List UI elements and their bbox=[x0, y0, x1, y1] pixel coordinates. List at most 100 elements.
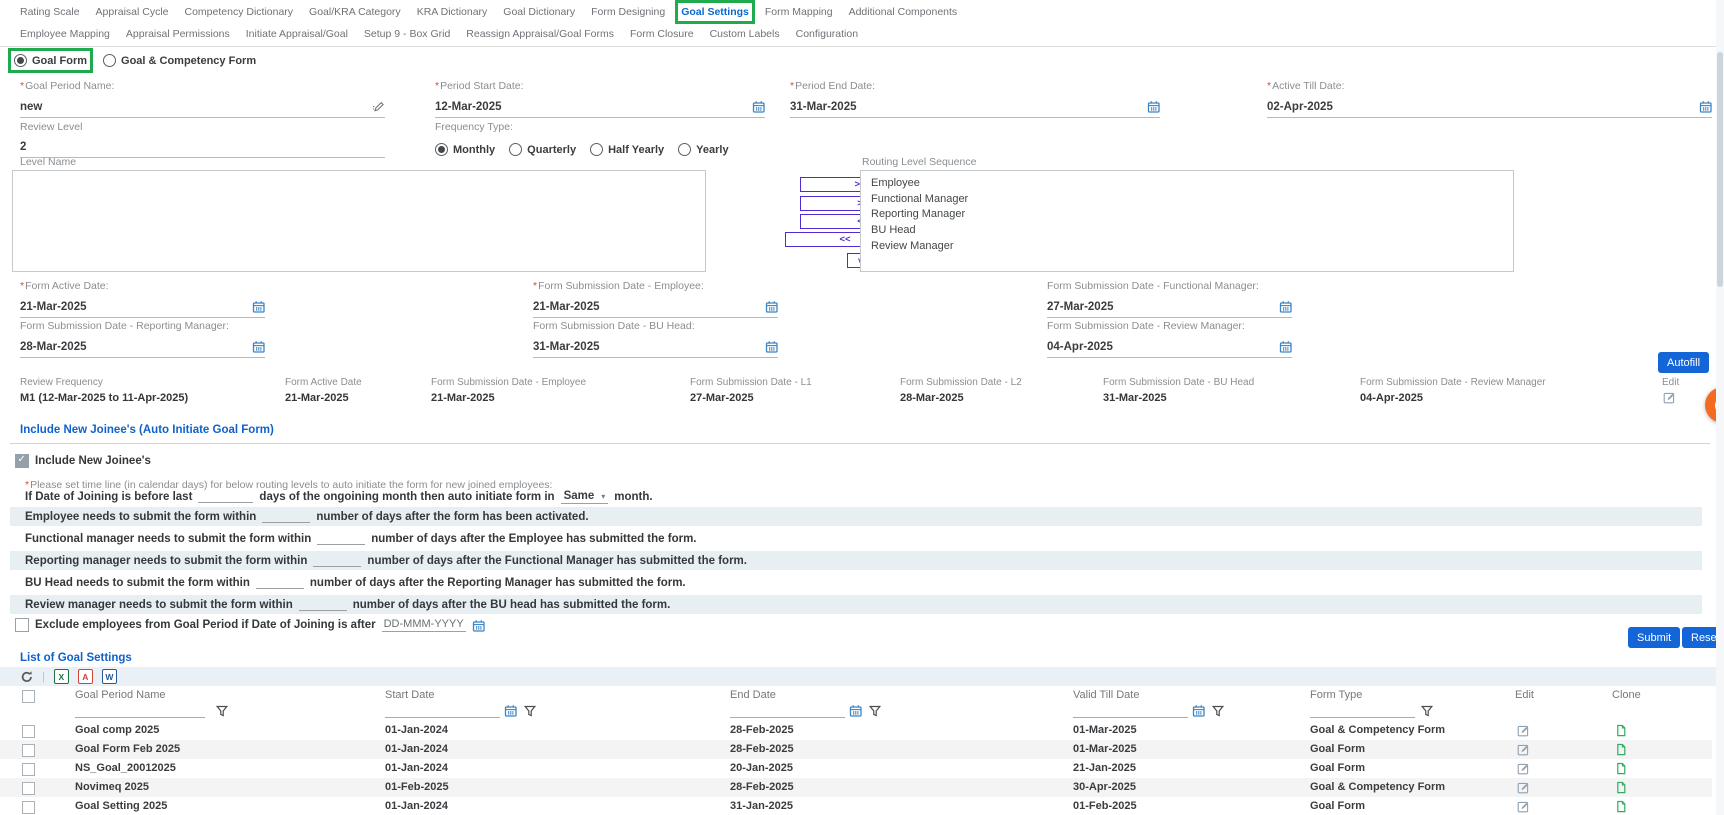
calendar-icon[interactable] bbox=[252, 300, 265, 313]
calendar-icon[interactable] bbox=[472, 619, 485, 632]
calendar-icon[interactable] bbox=[252, 340, 265, 353]
submission-employee-input[interactable]: 21-Mar-2025 bbox=[533, 297, 778, 318]
export-word-icon[interactable]: W bbox=[102, 669, 117, 684]
row-edit-icon[interactable] bbox=[1517, 781, 1530, 794]
rule-reporting-manager-days-input[interactable] bbox=[313, 555, 361, 567]
exclude-employees-checkbox[interactable] bbox=[15, 618, 29, 632]
form-active-date-input[interactable]: 21-Mar-2025 bbox=[20, 297, 265, 318]
calendar-icon[interactable] bbox=[1699, 100, 1712, 113]
row-clone-icon[interactable] bbox=[1614, 781, 1627, 794]
row-checkbox[interactable] bbox=[22, 763, 35, 776]
submission-functional-manager-input[interactable]: 27-Mar-2025 bbox=[1047, 297, 1292, 318]
calendar-icon[interactable] bbox=[1279, 300, 1292, 313]
filter-start-date-input[interactable] bbox=[385, 704, 500, 718]
table-row[interactable]: Novimeq 2025 01-Feb-2025 28-Feb-2025 30-… bbox=[0, 778, 1712, 797]
routing-item-employee[interactable]: Employee bbox=[861, 171, 1513, 192]
row-edit-icon[interactable] bbox=[1517, 800, 1530, 813]
row-edit-icon[interactable] bbox=[1517, 724, 1530, 737]
row-edit-icon[interactable] bbox=[1517, 762, 1530, 775]
scrollbar-thumb[interactable] bbox=[1717, 52, 1723, 287]
row-edit-icon[interactable] bbox=[1517, 743, 1530, 756]
tab-rating-scale[interactable]: Rating Scale bbox=[20, 6, 80, 18]
submit-button[interactable]: Submit bbox=[1628, 627, 1680, 648]
tab-appraisal-cycle[interactable]: Appraisal Cycle bbox=[96, 6, 169, 18]
tab-form-mapping[interactable]: Form Mapping bbox=[765, 6, 833, 18]
tab-initiate-appraisal-goal[interactable]: Initiate Appraisal/Goal bbox=[246, 28, 348, 40]
tab-kra-dictionary[interactable]: KRA Dictionary bbox=[417, 6, 488, 18]
summary-edit-icon[interactable] bbox=[1663, 391, 1676, 404]
autofill-button[interactable]: Autofill bbox=[1658, 352, 1709, 373]
export-pdf-icon[interactable]: A bbox=[78, 669, 93, 684]
filter-funnel-icon[interactable] bbox=[524, 705, 536, 717]
filter-funnel-icon[interactable] bbox=[1421, 705, 1433, 717]
include-new-joinees-checkbox[interactable] bbox=[15, 454, 29, 468]
row-clone-icon[interactable] bbox=[1614, 743, 1627, 756]
filter-form-type-input[interactable] bbox=[1310, 704, 1415, 718]
calendar-icon[interactable] bbox=[849, 704, 862, 717]
submission-bu-head-input[interactable]: 31-Mar-2025 bbox=[533, 337, 778, 358]
row-clone-icon[interactable] bbox=[1614, 762, 1627, 775]
month-select[interactable]: Same ▾ bbox=[561, 490, 609, 504]
calendar-icon[interactable] bbox=[504, 704, 517, 717]
active-till-date-input[interactable]: 02-Apr-2025 bbox=[1267, 97, 1712, 118]
period-start-date-input[interactable]: 12-Mar-2025 bbox=[435, 97, 765, 118]
calendar-icon[interactable] bbox=[765, 300, 778, 313]
tab-reassign-appraisal-goal-forms[interactable]: Reassign Appraisal/Goal Forms bbox=[466, 28, 614, 40]
goal-period-name-input[interactable]: new bbox=[20, 97, 385, 118]
routing-level-listbox[interactable]: Employee Functional Manager Reporting Ma… bbox=[860, 170, 1514, 272]
tab-additional-components[interactable]: Additional Components bbox=[849, 6, 958, 18]
rule-functional-manager-days-input[interactable] bbox=[317, 533, 365, 545]
level-name-listbox[interactable] bbox=[12, 170, 706, 272]
routing-item-bu-head[interactable]: BU Head bbox=[861, 223, 1513, 239]
row-clone-icon[interactable] bbox=[1614, 724, 1627, 737]
submission-review-manager-input[interactable]: 04-Apr-2025 bbox=[1047, 337, 1292, 358]
calendar-icon[interactable] bbox=[1147, 100, 1160, 113]
radio-quarterly[interactable]: Quarterly bbox=[509, 143, 576, 156]
filter-funnel-icon[interactable] bbox=[869, 705, 881, 717]
filter-valid-till-input[interactable] bbox=[1073, 704, 1188, 718]
table-row[interactable]: Goal Setting 2025 01-Jan-2024 31-Jan-202… bbox=[0, 797, 1712, 815]
rule-employee-days-input[interactable] bbox=[262, 511, 310, 523]
tab-competency-dictionary[interactable]: Competency Dictionary bbox=[185, 6, 294, 18]
table-row[interactable]: Goal comp 2025 01-Jan-2024 28-Feb-2025 0… bbox=[0, 721, 1712, 740]
routing-item-reporting-manager[interactable]: Reporting Manager bbox=[861, 207, 1513, 223]
filter-name-input[interactable] bbox=[75, 704, 205, 718]
calendar-icon[interactable] bbox=[1279, 340, 1292, 353]
edit-pencil-icon[interactable] bbox=[372, 100, 385, 113]
routing-item-review-manager[interactable]: Review Manager bbox=[861, 239, 1513, 255]
joining-days-input[interactable] bbox=[198, 491, 253, 503]
row-clone-icon[interactable] bbox=[1614, 800, 1627, 813]
tab-configuration[interactable]: Configuration bbox=[796, 28, 858, 40]
submission-reporting-manager-input[interactable]: 28-Mar-2025 bbox=[20, 337, 265, 358]
tab-setup-9-box-grid[interactable]: Setup 9 - Box Grid bbox=[364, 28, 450, 40]
tab-goal-kra-category[interactable]: Goal/KRA Category bbox=[309, 6, 401, 18]
review-level-input[interactable]: 2 bbox=[20, 138, 385, 158]
row-checkbox[interactable] bbox=[22, 744, 35, 757]
calendar-icon[interactable] bbox=[765, 340, 778, 353]
row-checkbox[interactable] bbox=[22, 725, 35, 738]
filter-end-date-input[interactable] bbox=[730, 704, 845, 718]
tab-form-closure[interactable]: Form Closure bbox=[630, 28, 694, 40]
radio-monthly[interactable]: Monthly bbox=[435, 143, 495, 156]
radio-yearly[interactable]: Yearly bbox=[678, 143, 728, 156]
row-checkbox[interactable] bbox=[22, 782, 35, 795]
filter-funnel-icon[interactable] bbox=[216, 705, 228, 717]
tab-goal-dictionary[interactable]: Goal Dictionary bbox=[503, 6, 575, 18]
tab-form-designing[interactable]: Form Designing bbox=[591, 6, 665, 18]
radio-goal-form[interactable]: Goal Form bbox=[14, 54, 87, 67]
table-row[interactable]: NS_Goal_20012025 01-Jan-2024 20-Jan-2025… bbox=[0, 759, 1712, 778]
select-all-checkbox[interactable] bbox=[22, 690, 35, 703]
export-excel-icon[interactable]: X bbox=[54, 669, 69, 684]
radio-half-yearly[interactable]: Half Yearly bbox=[590, 143, 664, 156]
row-checkbox[interactable] bbox=[22, 801, 35, 814]
tab-custom-labels[interactable]: Custom Labels bbox=[710, 28, 780, 40]
routing-item-functional-manager[interactable]: Functional Manager bbox=[861, 192, 1513, 208]
filter-funnel-icon[interactable] bbox=[1212, 705, 1224, 717]
radio-goal-competency-form[interactable]: Goal & Competency Form bbox=[103, 54, 256, 67]
tab-goal-settings[interactable]: Goal Settings bbox=[681, 6, 749, 18]
refresh-icon[interactable] bbox=[20, 670, 33, 683]
period-end-date-input[interactable]: 31-Mar-2025 bbox=[790, 97, 1160, 118]
tab-appraisal-permissions[interactable]: Appraisal Permissions bbox=[126, 28, 230, 40]
calendar-icon[interactable] bbox=[1192, 704, 1205, 717]
tab-employee-mapping[interactable]: Employee Mapping bbox=[20, 28, 110, 40]
